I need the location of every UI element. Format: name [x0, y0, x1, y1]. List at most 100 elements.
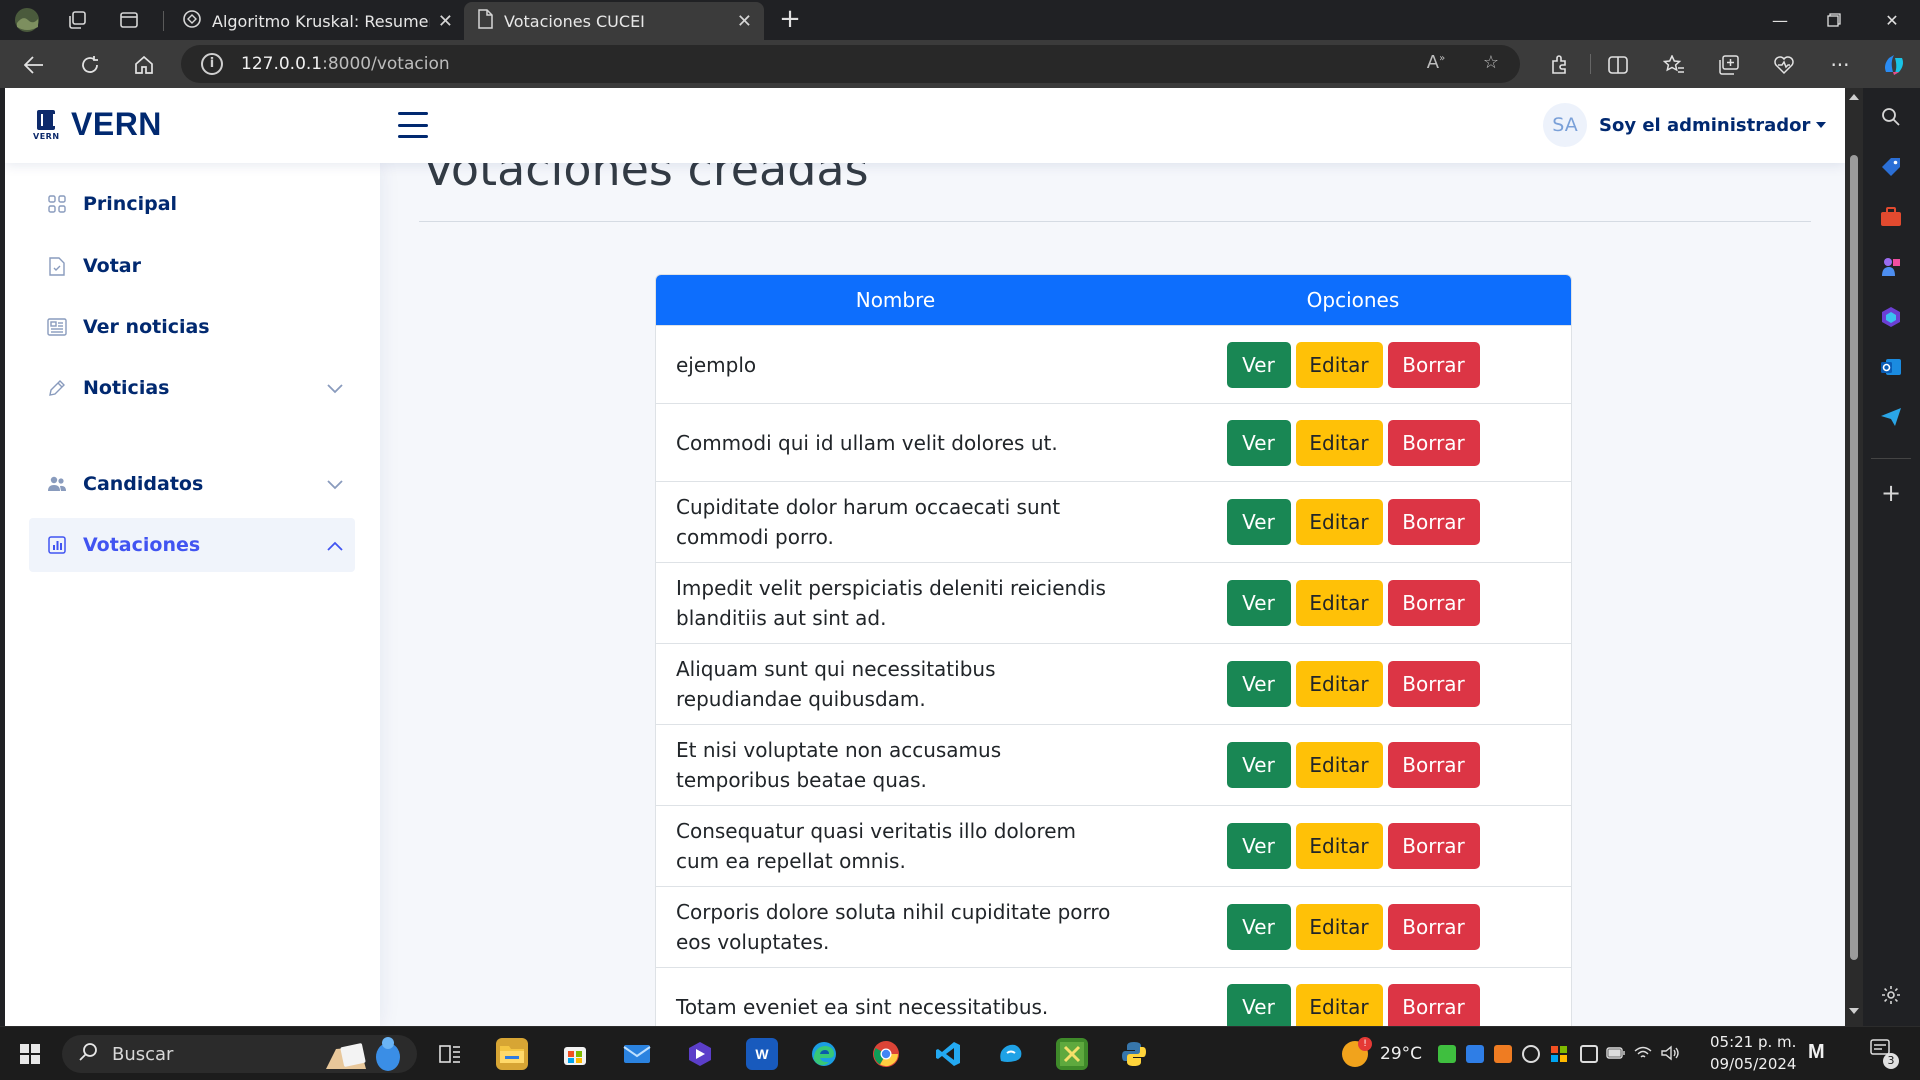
logo[interactable]: VERN VERN [33, 106, 162, 143]
tab-kruskal[interactable]: Algoritmo Kruskal: Resumen Intr ✕ [170, 2, 465, 40]
site-info-icon[interactable]: i [201, 53, 223, 75]
sidebar-item-candidatos[interactable]: Candidatos [29, 457, 355, 511]
editar-button[interactable]: Editar [1295, 742, 1383, 788]
word-icon[interactable]: W [746, 1038, 778, 1070]
copilot-app-icon[interactable] [1876, 302, 1906, 332]
borrar-button[interactable]: Borrar [1387, 341, 1480, 388]
settings-gear-icon[interactable] [1876, 980, 1906, 1010]
workspaces-icon[interactable] [62, 5, 92, 35]
borrar-button[interactable]: Borrar [1387, 983, 1480, 1026]
editar-button[interactable]: Editar [1295, 823, 1383, 869]
favorite-star-icon[interactable]: ☆ [1479, 52, 1503, 76]
split-screen-icon[interactable] [1602, 49, 1634, 81]
browser-essentials-icon[interactable] [1768, 49, 1800, 81]
editar-button[interactable]: Editar [1295, 580, 1383, 626]
vertical-tabs-icon[interactable] [114, 5, 144, 35]
add-icon[interactable]: + [1876, 478, 1906, 508]
back-icon[interactable] [18, 49, 50, 81]
app-m-icon[interactable]: M [1808, 1041, 1836, 1065]
refresh-icon[interactable] [74, 49, 106, 81]
excel-like-icon[interactable] [1056, 1038, 1088, 1070]
security-shield-icon[interactable] [1550, 1045, 1568, 1063]
editar-button[interactable]: Editar [1295, 983, 1383, 1026]
more-options-icon[interactable]: ··· [1824, 49, 1856, 81]
minimize-icon[interactable]: — [1752, 0, 1808, 40]
ver-button[interactable]: Ver [1226, 341, 1291, 388]
collections-icon[interactable] [1713, 49, 1745, 81]
edge-browser-icon[interactable] [808, 1038, 840, 1070]
ver-button[interactable]: Ver [1226, 580, 1291, 626]
file-explorer-icon[interactable] [496, 1038, 528, 1070]
address-bar[interactable]: i 127.0.0.1:8000/votacion A» ☆ [181, 45, 1520, 83]
clipchamp-icon[interactable] [684, 1038, 716, 1070]
vscode-icon[interactable] [932, 1038, 964, 1070]
close-icon[interactable]: ✕ [438, 11, 453, 32]
sidebar-item-principal[interactable]: Principal [29, 177, 355, 231]
battery-icon[interactable] [1606, 1045, 1625, 1063]
games-icon[interactable] [1876, 252, 1906, 282]
tray-app-orange-icon[interactable] [1494, 1045, 1512, 1063]
python-icon[interactable] [1118, 1038, 1150, 1070]
tools-icon[interactable] [1876, 202, 1906, 232]
editar-button[interactable]: Editar [1295, 661, 1383, 707]
ver-button[interactable]: Ver [1226, 983, 1291, 1026]
shopping-tag-icon[interactable] [1876, 152, 1906, 182]
editar-button[interactable]: Editar [1295, 499, 1383, 545]
favorites-icon[interactable] [1658, 49, 1690, 81]
editar-button[interactable]: Editar [1295, 419, 1383, 466]
new-tab-button[interactable]: + [776, 6, 804, 34]
copilot-icon[interactable] [1878, 49, 1910, 81]
menu-toggle-icon[interactable] [398, 112, 428, 138]
ver-button[interactable]: Ver [1226, 499, 1291, 545]
profile-icon[interactable] [12, 5, 42, 35]
read-aloud-icon[interactable]: A» [1424, 52, 1448, 76]
sidebar-item-noticias[interactable]: Noticias [29, 361, 355, 415]
mail-icon[interactable] [621, 1038, 653, 1070]
tab-votaciones[interactable]: Votaciones CUCEI ✕ [464, 2, 764, 40]
profile-dropdown[interactable]: SA Soy el administrador [1543, 103, 1827, 147]
ver-button[interactable]: Ver [1226, 742, 1291, 788]
ver-button[interactable]: Ver [1226, 823, 1291, 869]
outlook-icon[interactable] [1876, 352, 1906, 382]
borrar-button[interactable]: Borrar [1387, 419, 1480, 466]
borrar-button[interactable]: Borrar [1387, 661, 1480, 707]
taskbar-search[interactable]: Buscar [62, 1035, 417, 1073]
window-close-icon[interactable]: ✕ [1864, 0, 1920, 40]
volume-icon[interactable] [1660, 1045, 1679, 1063]
borrar-button[interactable]: Borrar [1387, 499, 1480, 545]
tray-app-green-icon[interactable] [1438, 1045, 1456, 1063]
extensions-icon[interactable] [1543, 49, 1575, 81]
borrar-button[interactable]: Borrar [1387, 904, 1480, 950]
restore-icon[interactable] [1806, 0, 1862, 40]
scroll-down-icon[interactable] [1849, 1008, 1859, 1014]
editar-button[interactable]: Editar [1295, 341, 1383, 388]
wifi-icon[interactable] [1634, 1045, 1652, 1063]
table-row: Et nisi voluptate non accusamus temporib… [656, 724, 1571, 805]
editar-button[interactable]: Editar [1295, 904, 1383, 950]
clock-time[interactable]: 05:21 p. m. [1710, 1033, 1796, 1051]
scroll-up-icon[interactable] [1849, 94, 1859, 100]
ver-button[interactable]: Ver [1226, 419, 1291, 466]
sidebar-item-votar[interactable]: Votar [29, 239, 355, 293]
close-icon[interactable]: ✕ [737, 11, 752, 32]
tray-app-blue-icon[interactable] [1466, 1045, 1484, 1063]
sidebar-item-votaciones[interactable]: Votaciones [29, 518, 355, 572]
microphone-icon[interactable] [1522, 1045, 1540, 1063]
ver-button[interactable]: Ver [1226, 904, 1291, 950]
app-blue-icon[interactable] [994, 1038, 1026, 1070]
sidebar-item-ver-noticias[interactable]: Ver noticias [29, 300, 355, 354]
tray-display-icon[interactable] [1580, 1045, 1598, 1063]
windows-start-icon[interactable] [14, 1038, 46, 1070]
search-icon[interactable] [1876, 102, 1906, 132]
home-icon[interactable] [128, 49, 160, 81]
borrar-button[interactable]: Borrar [1387, 580, 1480, 626]
chrome-icon[interactable] [870, 1038, 902, 1070]
clock-date[interactable]: 09/05/2024 [1710, 1055, 1796, 1073]
ver-button[interactable]: Ver [1226, 661, 1291, 707]
borrar-button[interactable]: Borrar [1387, 823, 1480, 869]
scrollbar-thumb[interactable] [1850, 155, 1858, 960]
send-icon[interactable] [1876, 402, 1906, 432]
borrar-button[interactable]: Borrar [1387, 742, 1480, 788]
microsoft-store-icon[interactable] [559, 1038, 591, 1070]
task-view-icon[interactable] [434, 1038, 466, 1070]
